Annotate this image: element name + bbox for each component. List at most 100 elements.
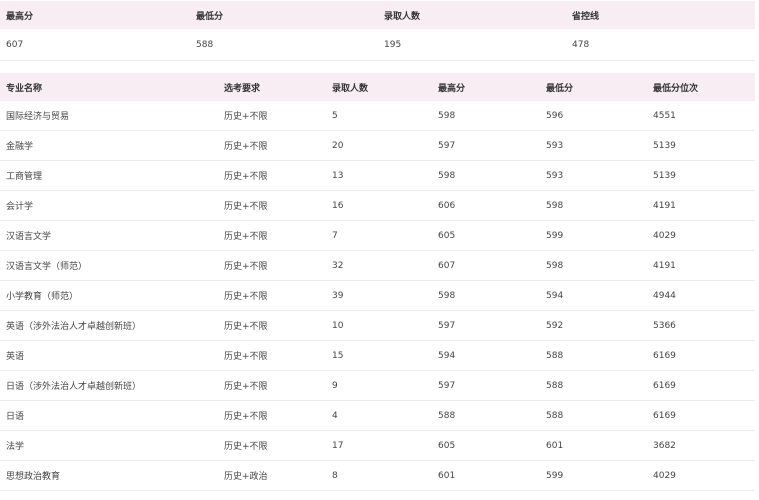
min-score: 588: [540, 340, 647, 371]
requirement: 历史+不限: [218, 250, 326, 281]
min-score: 593: [540, 130, 647, 161]
admitted-count: 17: [326, 430, 432, 461]
table-row: 汉语言文学 历史+不限 7 605 599 4029: [0, 220, 755, 251]
max-score: 598: [432, 160, 540, 191]
table-row: 法学 历史+不限 17 605 601 3682: [0, 430, 755, 461]
summary-value-row: 607 588 195 478: [0, 29, 755, 61]
min-score: 599: [540, 220, 647, 251]
min-score: 598: [540, 190, 647, 221]
admitted-count: 7: [326, 220, 432, 251]
summary-header-row: 最高分 最低分 录取人数 省控线: [0, 1, 755, 29]
table-row: 小学教育（师范） 历史+不限 39 598 594 4944: [0, 280, 755, 311]
admitted-count: 4: [326, 400, 432, 431]
admitted-count: 15: [326, 340, 432, 371]
major-name: 法学: [0, 430, 218, 461]
majors-header-max-score: 最高分: [432, 73, 540, 101]
summary-control-line: 478: [566, 29, 755, 61]
admitted-count: 10: [326, 310, 432, 341]
requirement: 历史+不限: [218, 101, 326, 131]
summary-header-control-line: 省控线: [566, 1, 755, 29]
min-rank: 4191: [647, 190, 755, 221]
max-score: 598: [432, 280, 540, 311]
table-row: 汉语言文学（师范） 历史+不限 32 607 598 4191: [0, 250, 755, 281]
max-score: 607: [432, 250, 540, 281]
admitted-count: 5: [326, 101, 432, 131]
table-row: 会计学 历史+不限 16 606 598 4191: [0, 190, 755, 221]
max-score: 597: [432, 310, 540, 341]
requirement: 历史+政治: [218, 460, 326, 491]
admitted-count: 32: [326, 250, 432, 281]
min-rank: 3682: [647, 430, 755, 461]
majors-header-min-score: 最低分: [540, 73, 647, 101]
min-rank: 4551: [647, 101, 755, 131]
min-score: 593: [540, 160, 647, 191]
max-score: 597: [432, 130, 540, 161]
major-name: 汉语言文学: [0, 220, 218, 251]
min-score: 601: [540, 430, 647, 461]
min-rank: 4944: [647, 280, 755, 311]
summary-admitted: 195: [378, 29, 566, 61]
summary-min-score: 588: [190, 29, 378, 61]
majors-header-major: 专业名称: [0, 73, 218, 101]
min-rank: 5139: [647, 130, 755, 161]
table-row: 日语 历史+不限 4 588 588 6169: [0, 400, 755, 431]
admitted-count: 20: [326, 130, 432, 161]
requirement: 历史+不限: [218, 340, 326, 371]
major-name: 汉语言文学（师范）: [0, 250, 218, 281]
major-name: 会计学: [0, 190, 218, 221]
max-score: 597: [432, 370, 540, 401]
max-score: 594: [432, 340, 540, 371]
major-name: 英语: [0, 340, 218, 371]
major-name: 英语（涉外法治人才卓越创新班）: [0, 310, 218, 341]
max-score: 605: [432, 220, 540, 251]
min-score: 594: [540, 280, 647, 311]
majors-table: 专业名称 选考要求 录取人数 最高分 最低分 最低分位次 国际经济与贸易 历史+…: [0, 73, 755, 491]
summary-max-score: 607: [0, 29, 190, 61]
requirement: 历史+不限: [218, 190, 326, 221]
min-rank: 5139: [647, 160, 755, 191]
max-score: 588: [432, 400, 540, 431]
page: 最高分 最低分 录取人数 省控线 607 588 195 478 专业名称 选考…: [0, 0, 759, 500]
requirement: 历史+不限: [218, 400, 326, 431]
requirement: 历史+不限: [218, 280, 326, 311]
requirement: 历史+不限: [218, 130, 326, 161]
min-rank: 6169: [647, 400, 755, 431]
table-row: 思想政治教育 历史+政治 8 601 599 4029: [0, 460, 755, 491]
summary-header-admitted: 录取人数: [378, 1, 566, 29]
table-row: 英语（涉外法治人才卓越创新班） 历史+不限 10 597 592 5366: [0, 310, 755, 341]
table-row: 工商管理 历史+不限 13 598 593 5139: [0, 160, 755, 191]
admitted-count: 16: [326, 190, 432, 221]
majors-header-admitted: 录取人数: [326, 73, 432, 101]
requirement: 历史+不限: [218, 430, 326, 461]
admitted-count: 9: [326, 370, 432, 401]
max-score: 601: [432, 460, 540, 491]
min-rank: 4029: [647, 460, 755, 491]
summary-table: 最高分 最低分 录取人数 省控线 607 588 195 478: [0, 1, 755, 61]
majors-header-min-rank: 最低分位次: [647, 73, 755, 101]
admitted-count: 39: [326, 280, 432, 311]
admitted-count: 8: [326, 460, 432, 491]
min-rank: 6169: [647, 340, 755, 371]
min-score: 596: [540, 101, 647, 131]
min-score: 592: [540, 310, 647, 341]
summary-header-min-score: 最低分: [190, 1, 378, 29]
majors-header-row: 专业名称 选考要求 录取人数 最高分 最低分 最低分位次: [0, 73, 755, 101]
major-name: 日语（涉外法治人才卓越创新班）: [0, 370, 218, 401]
majors-header-requirement: 选考要求: [218, 73, 326, 101]
summary-header-max-score: 最高分: [0, 1, 190, 29]
min-rank: 6169: [647, 370, 755, 401]
table-row: 金融学 历史+不限 20 597 593 5139: [0, 130, 755, 161]
major-name: 日语: [0, 400, 218, 431]
min-rank: 5366: [647, 310, 755, 341]
min-rank: 4191: [647, 250, 755, 281]
requirement: 历史+不限: [218, 370, 326, 401]
table-row: 日语（涉外法治人才卓越创新班） 历史+不限 9 597 588 6169: [0, 370, 755, 401]
admitted-count: 13: [326, 160, 432, 191]
major-name: 金融学: [0, 130, 218, 161]
min-score: 599: [540, 460, 647, 491]
major-name: 思想政治教育: [0, 460, 218, 491]
major-name: 小学教育（师范）: [0, 280, 218, 311]
requirement: 历史+不限: [218, 310, 326, 341]
requirement: 历史+不限: [218, 220, 326, 251]
min-score: 598: [540, 250, 647, 281]
